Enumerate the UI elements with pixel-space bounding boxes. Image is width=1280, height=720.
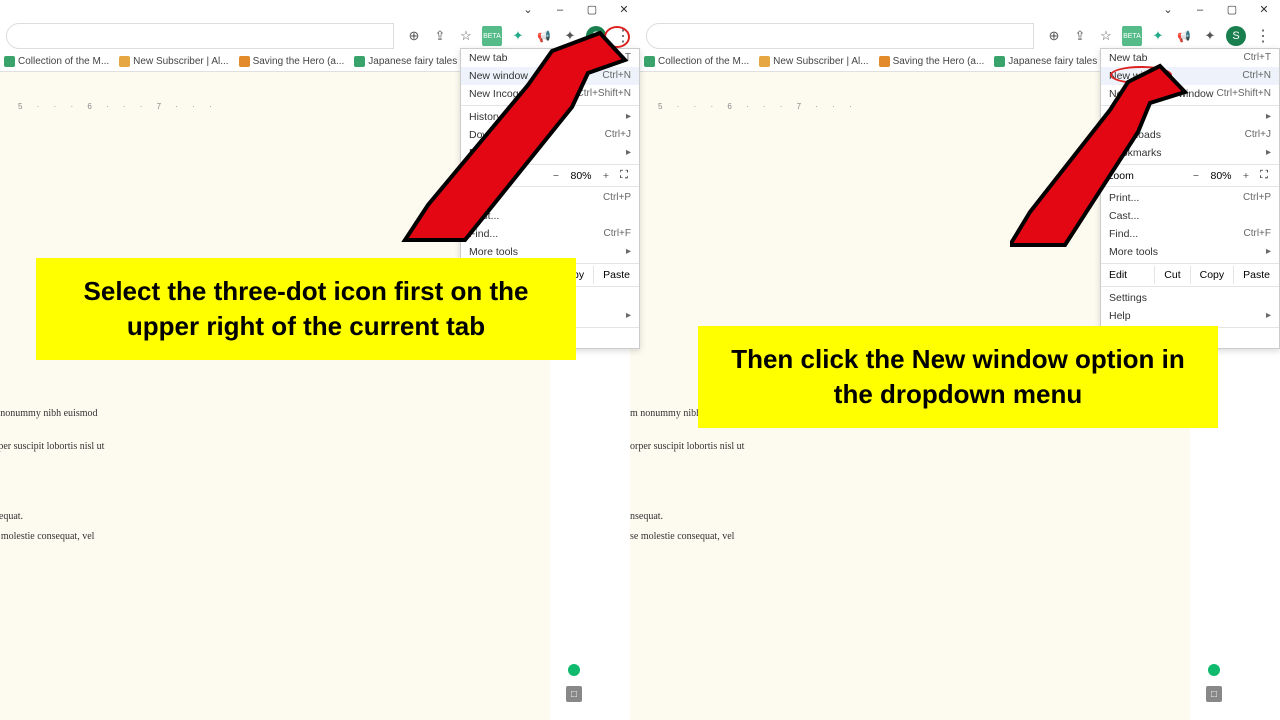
bookmark-item[interactable]: Saving the Hero (a... <box>239 56 345 67</box>
instruction-callout: Select the three-dot icon first on the u… <box>36 258 576 360</box>
menu-history[interactable]: History▸ <box>461 108 639 126</box>
menu-more-tools[interactable]: More tools▸ <box>1101 243 1279 261</box>
share-icon[interactable]: ⇪ <box>1070 26 1090 46</box>
menu-help[interactable]: Help▸ <box>1101 307 1279 325</box>
menu-bookmarks[interactable]: Bookmarks▸ <box>1101 144 1279 162</box>
beta-badge: BETA <box>482 26 502 46</box>
menu-downloads[interactable]: DownloadsCtrl+J <box>461 126 639 144</box>
menu-new-tab[interactable]: New tabCtrl+T <box>461 49 639 67</box>
highlight-circle <box>604 26 630 48</box>
profile-avatar[interactable]: S <box>1226 26 1246 46</box>
three-dot-menu-icon[interactable]: ⋮ <box>1252 25 1274 47</box>
share-icon[interactable]: ⇪ <box>430 26 450 46</box>
menu-settings[interactable]: Settings <box>1101 289 1279 307</box>
document-text: orper suscipit lobortis nisl ut <box>0 441 104 452</box>
menu-bookmarks[interactable]: Bookmarks▸ <box>461 144 639 162</box>
instruction-callout: Then click the New window option in the … <box>698 326 1218 428</box>
menu-history[interactable]: History▸ <box>1101 108 1279 126</box>
dropdown-icon[interactable]: ⌄ <box>512 0 544 20</box>
menu-zoom-row: Zoom−80%+⛶ <box>1101 167 1279 184</box>
highlight-circle <box>1110 66 1172 84</box>
document-text: orper suscipit lobortis nisl ut <box>630 441 744 452</box>
side-icon[interactable]: □ <box>566 686 582 702</box>
minimize-button[interactable]: – <box>544 0 576 20</box>
zoom-icon[interactable]: ⊕ <box>1044 26 1064 46</box>
zoom-value: 80% <box>565 170 597 182</box>
paste-button[interactable]: Paste <box>593 266 639 284</box>
copy-button[interactable]: Copy <box>1190 266 1234 284</box>
extension-icon[interactable]: ✦ <box>508 26 528 46</box>
menu-cast[interactable]: Cast... <box>461 207 639 225</box>
menu-incognito[interactable]: New Incognito windowCtrl+Shift+N <box>1101 85 1279 103</box>
window-controls: ⌄ – ▢ ✕ <box>1152 0 1280 20</box>
extensions-icon[interactable]: ✦ <box>560 26 580 46</box>
document-text: nsequat. <box>0 511 23 522</box>
window-controls: ⌄ – ▢ ✕ <box>512 0 640 20</box>
minimize-button[interactable]: – <box>1184 0 1216 20</box>
horn-icon[interactable]: 📢 <box>1174 26 1194 46</box>
close-button[interactable]: ✕ <box>1248 0 1280 20</box>
menu-incognito[interactable]: New Incognito windowCtrl+Shift+N <box>461 85 639 103</box>
document-text: m nonummy nibh euismod <box>0 408 98 419</box>
document-text: se molestie consequat, vel <box>630 531 734 542</box>
menu-zoom-row: Zoom−80%+⛶ <box>461 167 639 184</box>
horn-icon[interactable]: 📢 <box>534 26 554 46</box>
maximize-button[interactable]: ▢ <box>1216 0 1248 20</box>
zoom-icon[interactable]: ⊕ <box>404 26 424 46</box>
maximize-button[interactable]: ▢ <box>576 0 608 20</box>
extensions-icon[interactable]: ✦ <box>1200 26 1220 46</box>
document-text: nsequat. <box>630 511 663 522</box>
document-text: se molestie consequat, vel <box>0 531 94 542</box>
zoom-value: 80% <box>1205 170 1237 182</box>
beta-badge: BETA <box>1122 26 1142 46</box>
address-bar[interactable] <box>6 23 394 49</box>
side-icon[interactable]: □ <box>1206 686 1222 702</box>
menu-print[interactable]: Print...Ctrl+P <box>461 189 639 207</box>
menu-edit-row: EditCutCopyPaste <box>1101 266 1279 284</box>
zoom-in-button[interactable]: + <box>1237 170 1255 182</box>
star-icon[interactable]: ☆ <box>456 26 476 46</box>
zoom-out-button[interactable]: − <box>1187 170 1205 182</box>
cut-button[interactable]: Cut <box>1154 266 1189 284</box>
bookmark-item[interactable]: New Subscriber | Al... <box>119 56 228 67</box>
menu-print[interactable]: Print...Ctrl+P <box>1101 189 1279 207</box>
menu-new-tab[interactable]: New tabCtrl+T <box>1101 49 1279 67</box>
chrome-dropdown-menu: New tabCtrl+T New windowCtrl+N New Incog… <box>1100 48 1280 349</box>
bookmark-item[interactable]: Japanese fairy tales <box>354 56 457 67</box>
bookmark-item[interactable]: New Subscriber | Al... <box>759 56 868 67</box>
grammarly-icon[interactable] <box>566 662 582 678</box>
fullscreen-icon[interactable]: ⛶ <box>615 169 633 182</box>
bookmark-item[interactable]: Saving the Hero (a... <box>879 56 985 67</box>
close-button[interactable]: ✕ <box>608 0 640 20</box>
menu-find[interactable]: Find...Ctrl+F <box>461 225 639 243</box>
menu-find[interactable]: Find...Ctrl+F <box>1101 225 1279 243</box>
fullscreen-icon[interactable]: ⛶ <box>1255 169 1273 182</box>
extension-icon[interactable]: ✦ <box>1148 26 1168 46</box>
star-icon[interactable]: ☆ <box>1096 26 1116 46</box>
paste-button[interactable]: Paste <box>1233 266 1279 284</box>
grammarly-icon[interactable] <box>1206 662 1222 678</box>
menu-new-window[interactable]: New windowCtrl+N <box>461 67 639 85</box>
address-bar[interactable] <box>646 23 1034 49</box>
dropdown-icon[interactable]: ⌄ <box>1152 0 1184 20</box>
bookmark-item[interactable]: Collection of the M... <box>4 56 109 67</box>
bookmark-item[interactable]: Collection of the M... <box>644 56 749 67</box>
zoom-in-button[interactable]: + <box>597 170 615 182</box>
bookmark-item[interactable]: Japanese fairy tales <box>994 56 1097 67</box>
zoom-out-button[interactable]: − <box>547 170 565 182</box>
profile-avatar[interactable]: S <box>586 26 606 46</box>
menu-downloads[interactable]: DownloadsCtrl+J <box>1101 126 1279 144</box>
menu-cast[interactable]: Cast... <box>1101 207 1279 225</box>
